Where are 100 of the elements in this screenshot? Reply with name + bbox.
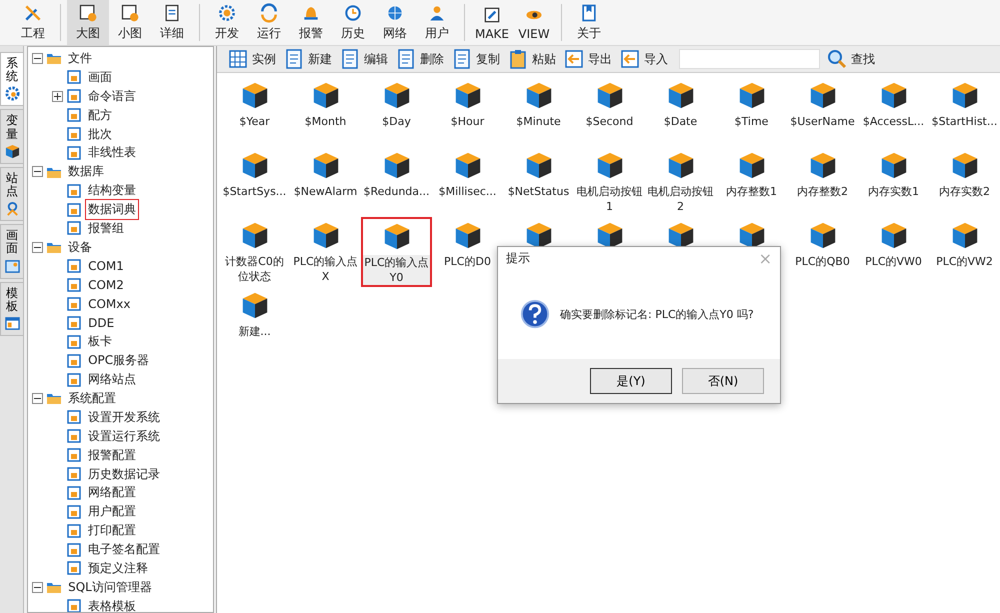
variable-item[interactable]: PLC的输入点Y0 <box>361 217 432 287</box>
toolbar-button[interactable]: 复制 <box>449 49 503 69</box>
tree-item[interactable]: 设备 <box>65 236 96 258</box>
side-tab[interactable]: 变量 <box>0 109 24 164</box>
variable-item[interactable]: 内存实数1 <box>858 147 929 217</box>
expander-icon[interactable] <box>52 90 64 102</box>
variable-item[interactable]: $Time <box>716 77 787 147</box>
expander-icon[interactable] <box>32 52 44 64</box>
toolbar-button[interactable]: 编辑 <box>337 49 391 69</box>
toolbar-button[interactable]: 关于 <box>568 0 610 45</box>
variable-item[interactable]: $AccessL... <box>858 77 929 147</box>
variable-item[interactable]: $Hour <box>432 77 503 147</box>
tree-item[interactable]: 设置运行系统 <box>85 426 164 447</box>
tree-item[interactable]: 网络站点 <box>85 369 140 390</box>
tree-item[interactable]: 文件 <box>65 48 96 69</box>
dialog-button[interactable]: 是(Y) <box>590 368 672 394</box>
variable-item[interactable]: $Redunda... <box>361 147 432 217</box>
variable-item[interactable]: 内存整数1 <box>716 147 787 217</box>
tree-item[interactable]: 历史数据记录 <box>85 464 164 485</box>
tree-item[interactable]: 报警组 <box>85 218 128 239</box>
tree-item[interactable]: 批次 <box>85 124 116 145</box>
toolbar-button[interactable]: 开发 <box>206 0 248 45</box>
toolbar-button[interactable]: 导出 <box>561 49 615 69</box>
variable-item[interactable]: $StartSys... <box>219 147 290 217</box>
variable-item[interactable]: $Date <box>645 77 716 147</box>
variable-item[interactable]: 电机启动按钮1 <box>574 147 645 217</box>
tree-item[interactable]: 数据库 <box>65 161 108 182</box>
variable-item[interactable]: PLC的D0 <box>432 217 503 287</box>
expander-icon[interactable] <box>32 392 44 404</box>
variable-item[interactable]: $UserName <box>787 77 858 147</box>
variable-item[interactable]: PLC的QB0 <box>787 217 858 287</box>
document-icon <box>66 504 82 520</box>
variable-item[interactable]: $Year <box>219 77 290 147</box>
tree-item[interactable]: 用户配置 <box>85 501 140 522</box>
toolbar-button[interactable]: 新建 <box>281 49 335 69</box>
search-button[interactable]: 查找 <box>824 49 878 69</box>
toolbar-button[interactable]: 用户 <box>416 0 458 45</box>
dialog-button[interactable]: 否(N) <box>682 368 764 394</box>
expander-icon[interactable] <box>32 582 44 593</box>
toolbar-button[interactable]: 删除 <box>393 49 447 69</box>
variable-item[interactable]: PLC的VW0 <box>858 217 929 287</box>
variable-item[interactable]: $NewAlarm <box>290 147 361 217</box>
side-tab[interactable]: 画面 <box>0 224 24 278</box>
tree-item[interactable]: 报警配置 <box>85 444 140 466</box>
search-field[interactable] <box>679 49 820 69</box>
toolbar-button[interactable]: 运行 <box>248 0 290 45</box>
variable-item[interactable]: $Millisec... <box>432 147 503 217</box>
variable-item[interactable]: 内存整数2 <box>787 147 858 217</box>
toolbar-button[interactable]: 网络 <box>374 0 416 45</box>
tree-item[interactable]: COMxx <box>85 295 134 314</box>
window-icon <box>4 316 20 331</box>
tree-item[interactable]: 配方 <box>85 104 116 126</box>
tree-item[interactable]: 非线性表 <box>85 142 140 164</box>
toolbar-button[interactable]: 详细 <box>151 0 193 45</box>
tree-item[interactable]: 预定义注释 <box>85 558 152 579</box>
tree-item[interactable]: 板卡 <box>85 331 116 352</box>
tree-item[interactable]: DDE <box>85 314 118 332</box>
tree-item[interactable]: 数据词典 <box>85 199 140 220</box>
tree-item[interactable]: OPC服务器 <box>85 350 152 372</box>
side-tab[interactable]: 站点 <box>0 166 24 222</box>
tree-item[interactable]: 结构变量 <box>85 180 140 202</box>
variable-item[interactable]: $Month <box>290 77 361 147</box>
toolbar-button[interactable]: 实例 <box>225 49 279 69</box>
tree-item[interactable]: COM2 <box>85 276 127 294</box>
variable-item[interactable]: 计数器C0的位状态 <box>219 217 290 287</box>
tree-item[interactable]: SQL访问管理器 <box>65 576 155 598</box>
toolbar-button[interactable]: 导入 <box>617 49 671 69</box>
toolbar-button[interactable]: MAKE <box>471 0 513 45</box>
side-tab[interactable]: 系统 <box>0 52 24 106</box>
tree-item[interactable]: 设置开发系统 <box>85 406 164 428</box>
toolbar-button[interactable]: 小图 <box>109 0 151 45</box>
toolbar-button[interactable]: 报警 <box>290 0 332 45</box>
variable-item[interactable]: 内存实数2 <box>929 147 1000 217</box>
expander-icon[interactable] <box>32 242 44 253</box>
side-tab[interactable]: 模板 <box>0 282 24 336</box>
variable-item[interactable]: $Minute <box>503 77 574 147</box>
toolbar-button[interactable]: 粘贴 <box>505 49 559 69</box>
variable-item[interactable]: $Second <box>574 77 645 147</box>
toolbar-button[interactable]: 历史 <box>332 0 374 45</box>
variable-item[interactable]: 新建... <box>219 287 290 357</box>
variable-item[interactable]: 电机启动按钮2 <box>645 147 716 217</box>
toolbar-button[interactable]: 大图 <box>67 0 109 45</box>
variable-item[interactable]: $Day <box>361 77 432 147</box>
variable-item[interactable]: $StartHist... <box>929 77 1000 147</box>
tree-item[interactable]: 画面 <box>85 66 116 88</box>
tree-item[interactable]: 表格模板 <box>85 596 140 612</box>
tree-item[interactable]: 网络配置 <box>85 482 140 504</box>
toolbar-button[interactable]: VIEW <box>513 0 555 45</box>
tree-item[interactable]: 系统配置 <box>65 388 120 409</box>
tree-item[interactable]: 打印配置 <box>85 520 140 542</box>
tree-item[interactable]: COM1 <box>85 257 127 276</box>
expander-icon[interactable] <box>32 166 44 178</box>
variable-item[interactable]: PLC的VW2 <box>929 217 1000 287</box>
tree-item[interactable]: 命令语言 <box>85 86 140 107</box>
tree-item[interactable]: 电子签名配置 <box>85 539 164 560</box>
gear-icon <box>217 3 237 23</box>
toolbar-button[interactable]: 工程 <box>12 0 54 45</box>
question-icon <box>520 299 550 329</box>
variable-item[interactable]: $NetStatus <box>503 147 574 217</box>
variable-item[interactable]: PLC的输入点X <box>290 217 361 287</box>
